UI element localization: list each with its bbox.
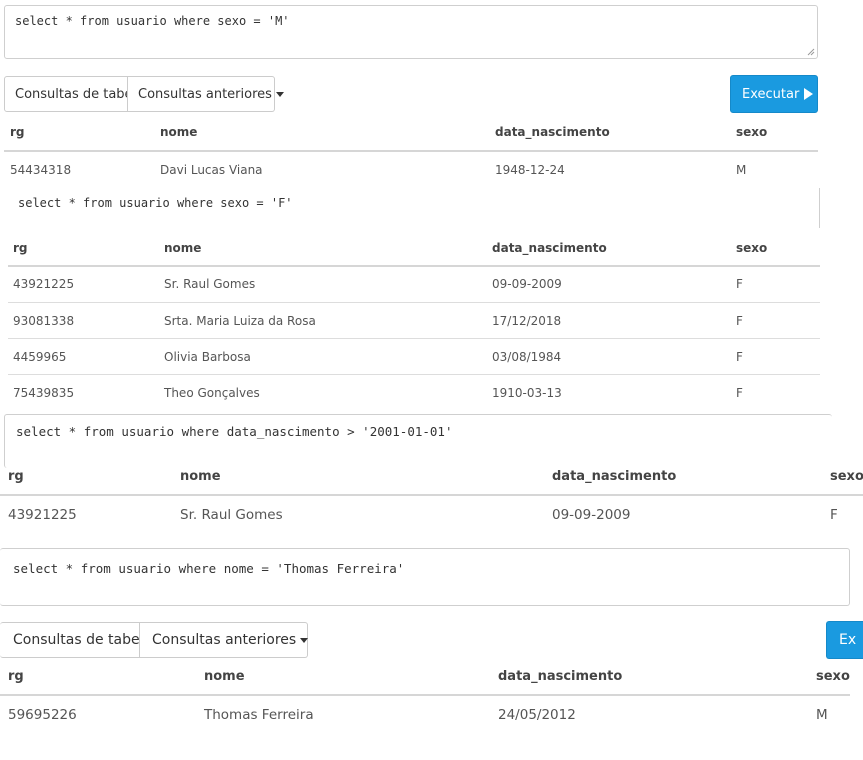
column-header-rg: rg [8, 669, 24, 684]
resize-grip-icon[interactable] [807, 48, 815, 56]
column-header-sexo: sexo [830, 469, 863, 484]
previous-queries-label: Consultas anteriores [138, 86, 272, 102]
sql-query-input[interactable]: select * from usuario where data_nascime… [4, 414, 832, 468]
cell-rg: 43921225 [8, 507, 77, 523]
row-divider [8, 338, 820, 339]
row-divider [8, 302, 820, 303]
column-header-nome: nome [204, 669, 245, 684]
column-header-nome: nome [164, 241, 202, 255]
column-header-sexo: sexo [736, 241, 768, 255]
column-header-data-nascimento: data_nascimento [498, 669, 623, 684]
cell-sexo: F [736, 314, 743, 328]
cell-sexo: F [736, 350, 743, 364]
cell-sexo: F [736, 277, 743, 291]
execute-button[interactable]: Executar [730, 75, 818, 113]
previous-queries-dropdown[interactable]: Consultas anteriores [128, 76, 284, 112]
column-header-rg: rg [13, 241, 28, 255]
cell-sexo: F [830, 507, 838, 523]
table-queries-label: Consultas de tabela [13, 632, 140, 648]
previous-queries-label: Consultas anteriores [152, 632, 297, 648]
caret-down-icon [300, 637, 309, 643]
cell-nome: Thomas Ferreira [204, 707, 314, 723]
caret-down-icon [275, 91, 284, 97]
cell-data-nascimento: 24/05/2012 [498, 707, 576, 723]
cell-rg: 4459965 [13, 350, 67, 364]
column-header-data-nascimento: data_nascimento [492, 241, 607, 255]
sql-query-text: select * from usuario where nome = 'Thom… [13, 561, 405, 576]
cell-nome: Olivia Barbosa [164, 350, 251, 364]
cell-sexo: M [736, 163, 747, 177]
table-queries-label: Consultas de tabela [15, 86, 127, 102]
cell-data-nascimento: 03/08/1984 [492, 350, 562, 364]
cell-sexo: F [736, 386, 743, 400]
header-divider [0, 494, 863, 496]
cell-rg: 43921225 [13, 277, 75, 291]
cell-nome: Sr. Raul Gomes [164, 277, 256, 291]
play-icon [804, 88, 814, 100]
table-queries-button[interactable]: Consultas de tabela [4, 76, 128, 112]
sql-query-input[interactable]: select * from usuario where nome = 'Thom… [0, 548, 850, 606]
sql-query-panel[interactable]: select * from usuario where sexo = 'F' [4, 188, 820, 228]
column-header-data-nascimento: data_nascimento [552, 469, 677, 484]
cell-data-nascimento: 17/12/2018 [492, 314, 562, 328]
cell-nome: Theo Gonçalves [164, 386, 260, 400]
execute-label: Ex [839, 632, 857, 648]
column-header-nome: nome [160, 125, 198, 139]
cell-data-nascimento: 1948-12-24 [495, 163, 565, 177]
row-divider [8, 374, 820, 375]
column-header-rg: rg [10, 125, 25, 139]
cell-sexo: M [816, 707, 828, 723]
cell-nome: Davi Lucas Viana [160, 163, 263, 177]
cell-rg: 59695226 [8, 707, 77, 723]
column-header-nome: nome [180, 469, 221, 484]
execute-button[interactable]: Ex [826, 621, 863, 659]
cell-rg: 54434318 [10, 163, 72, 177]
cell-nome: Srta. Maria Luiza da Rosa [164, 314, 316, 328]
table-queries-button[interactable]: Consultas de tabela [0, 622, 140, 658]
cell-rg: 93081338 [13, 314, 75, 328]
header-divider [4, 150, 818, 152]
cell-data-nascimento: 1910-03-13 [492, 386, 562, 400]
cell-rg: 75439835 [13, 386, 75, 400]
column-header-sexo: sexo [816, 669, 850, 684]
execute-label: Executar [742, 86, 800, 102]
previous-queries-dropdown[interactable]: Consultas anteriores [140, 622, 309, 658]
sql-query-input[interactable]: select * from usuario where sexo = 'M' [4, 5, 818, 59]
column-header-rg: rg [8, 469, 24, 484]
sql-query-text: select * from usuario where sexo = 'F' [18, 196, 293, 210]
header-divider [8, 265, 820, 267]
column-header-sexo: sexo [736, 125, 768, 139]
sql-query-text: select * from usuario where data_nascime… [16, 424, 453, 439]
column-header-data-nascimento: data_nascimento [495, 125, 610, 139]
cell-data-nascimento: 09-09-2009 [492, 277, 562, 291]
cell-nome: Sr. Raul Gomes [180, 507, 283, 523]
header-divider [0, 694, 850, 696]
sql-query-text: select * from usuario where sexo = 'M' [15, 14, 290, 28]
cell-data-nascimento: 09-09-2009 [552, 507, 631, 523]
